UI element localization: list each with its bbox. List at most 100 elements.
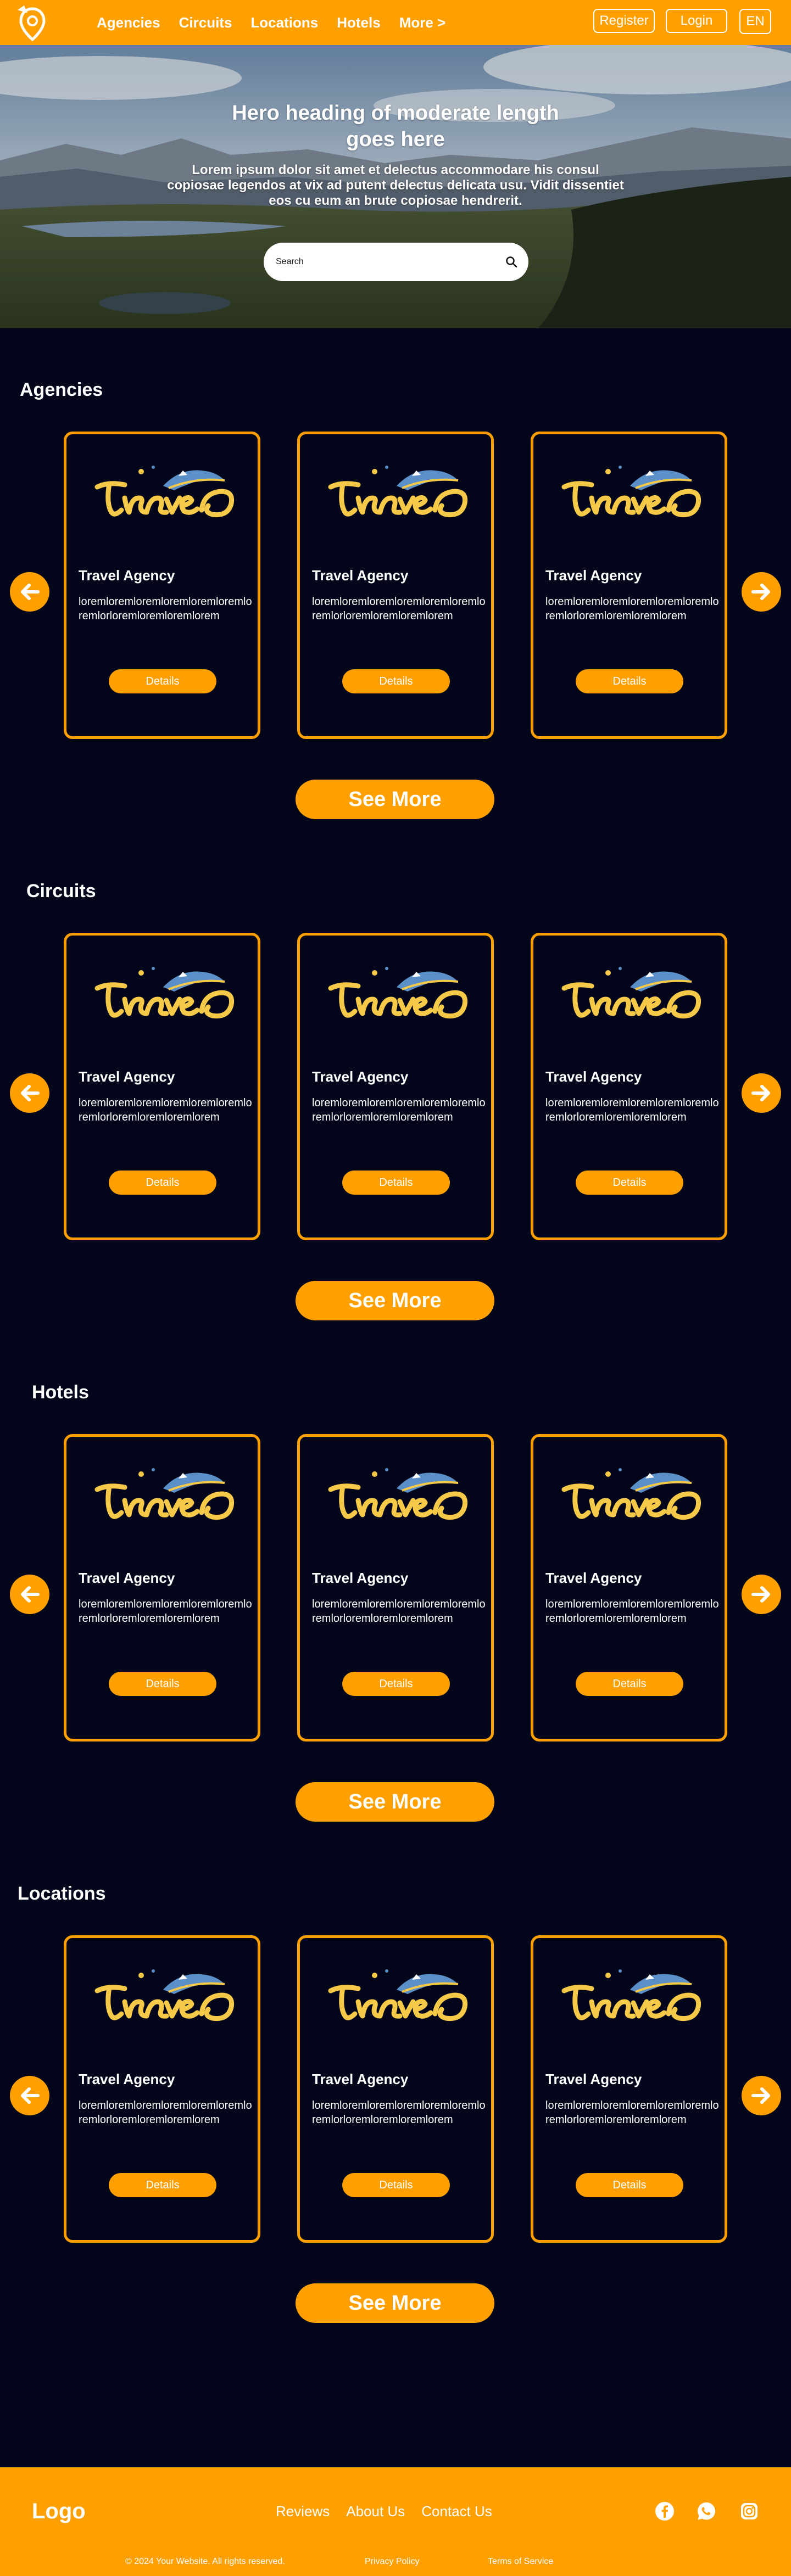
hero: Hero heading of moderate length goes her… [0,45,791,328]
carousel-prev-button[interactable] [10,2076,49,2115]
card-title: Travel Agency [312,2071,409,2087]
details-button[interactable]: Details [576,669,683,693]
see-more-button[interactable]: See More [296,1782,494,1822]
arrow-right-icon [749,1080,774,1106]
travel-logo-icon [553,961,707,1027]
search-icon[interactable] [505,256,517,268]
travel-logo-icon [553,460,707,525]
card-description: loremloremloremloremloremloremloremlorlo… [312,596,486,622]
details-button[interactable]: Details [576,2173,683,2197]
card-description: loremloremloremloremloremloremloremlorlo… [545,596,719,622]
nav-link-locations[interactable]: Locations [250,14,318,31]
travel-logo-icon [553,1963,707,2029]
search-input[interactable] [276,251,495,272]
carousel-next-button[interactable] [742,572,781,612]
location-pin-plane-logo-icon[interactable] [13,2,52,43]
section-title: Hotels [32,1382,89,1403]
whatsapp-icon[interactable] [697,2501,716,2521]
card: Travel Agency loremloremloremloremloreml… [531,432,727,739]
details-button[interactable]: Details [342,1672,450,1696]
nav-link-agencies[interactable]: Agencies [97,14,160,31]
card-title: Travel Agency [79,2071,175,2087]
language-button[interactable]: EN [739,9,771,34]
footer-nav: Reviews About Us Contact Us [276,2502,509,2520]
footer-logo[interactable]: Logo [32,2498,86,2524]
details-button[interactable]: Details [342,2173,450,2197]
card: Travel Agency loremloremloremloremloreml… [531,1935,727,2243]
arrow-left-icon [17,1080,42,1106]
card-description: loremloremloremloremloremloremloremlorlo… [312,2099,486,2126]
travel-logo-icon [86,961,240,1027]
register-button[interactable]: Register [593,9,655,33]
see-more-button[interactable]: See More [296,780,494,819]
details-button[interactable]: Details [109,669,216,693]
hero-title: Hero heading of moderate length goes her… [232,102,559,151]
navbar: Agencies Circuits Locations Hotels More … [0,0,791,45]
nav-link-circuits[interactable]: Circuits [179,14,232,31]
details-button[interactable]: Details [109,2173,216,2197]
section-hotels: Hotels Travel Agency loremloremloremlore… [0,1381,791,1837]
card-description: loremloremloremloremloremloremloremlorlo… [79,596,252,622]
card-description: loremloremloremloremloremloremloremlorlo… [545,1097,719,1123]
card: Travel Agency loremloremloremloremloreml… [64,432,260,739]
details-button[interactable]: Details [109,1672,216,1696]
card-title: Travel Agency [312,1570,409,1586]
card-description: loremloremloremloremloremloremloremlorlo… [79,1598,252,1625]
footer-link-contact-us[interactable]: Contact Us [421,2502,492,2520]
card-description: loremloremloremloremloremloremloremlorlo… [312,1097,486,1123]
arrow-right-icon [749,2083,774,2108]
card-description: loremloremloremloremloremloremloremlorlo… [79,2099,252,2126]
details-button[interactable]: Details [109,1171,216,1195]
see-more-button[interactable]: See More [296,1281,494,1320]
card-title: Travel Agency [545,1570,642,1586]
card: Travel Agency loremloremloremloremloreml… [64,1434,260,1741]
carousel-prev-button[interactable] [10,1073,49,1113]
card-title: Travel Agency [79,1068,175,1085]
instagram-icon[interactable] [739,2501,759,2521]
travel-logo-icon [86,460,240,525]
details-button[interactable]: Details [576,1672,683,1696]
carousel-prev-button[interactable] [10,1575,49,1614]
card-title: Travel Agency [545,2071,642,2087]
main-nav: Agencies Circuits Locations Hotels More … [97,14,464,31]
section-agencies: Agencies Travel Agency loremloremloremlo… [0,379,791,835]
nav-link-more[interactable]: More > [399,14,446,31]
card-title: Travel Agency [79,1570,175,1586]
card-description: loremloremloremloremloremloremloremlorlo… [545,2099,719,2126]
section-title: Circuits [26,881,96,901]
privacy-policy-link[interactable]: Privacy Policy [365,2556,420,2567]
carousel-next-button[interactable] [742,1073,781,1113]
arrow-left-icon [17,2083,42,2108]
hero-description: Lorem ipsum dolor sit amet et delectus a… [167,163,624,208]
arrow-right-icon [749,579,774,604]
footer-link-reviews[interactable]: Reviews [276,2502,330,2520]
card-title: Travel Agency [312,1068,409,1085]
facebook-icon[interactable] [655,2501,675,2521]
footer-link-about-us[interactable]: About Us [346,2502,405,2520]
travel-logo-icon [320,460,474,525]
card-title: Travel Agency [312,567,409,584]
section-title: Agencies [20,379,103,400]
copyright-text: © 2024 Your Website. All rights reserved… [125,2557,285,2566]
see-more-button[interactable]: See More [296,2283,494,2323]
nav-link-hotels[interactable]: Hotels [337,14,380,31]
carousel-next-button[interactable] [742,2076,781,2115]
footer: Logo Reviews About Us Contact Us © 2024 … [0,2467,791,2576]
login-button[interactable]: Login [666,9,727,33]
terms-of-service-link[interactable]: Terms of Service [488,2556,553,2567]
card: Travel Agency loremloremloremloremloreml… [297,432,494,739]
carousel-prev-button[interactable] [10,572,49,612]
travel-logo-icon [320,961,474,1027]
details-button[interactable]: Details [342,1171,450,1195]
card-description: loremloremloremloremloremloremloremlorlo… [545,1598,719,1625]
carousel-next-button[interactable] [742,1575,781,1614]
card: Travel Agency loremloremloremloremloreml… [297,1434,494,1741]
card: Travel Agency loremloremloremloremloreml… [64,1935,260,2243]
travel-logo-icon [86,1963,240,2029]
travel-logo-icon [320,1963,474,2029]
card-title: Travel Agency [79,567,175,584]
details-button[interactable]: Details [576,1171,683,1195]
section-title: Locations [18,1883,106,1904]
details-button[interactable]: Details [342,669,450,693]
travel-logo-icon [553,1462,707,1528]
